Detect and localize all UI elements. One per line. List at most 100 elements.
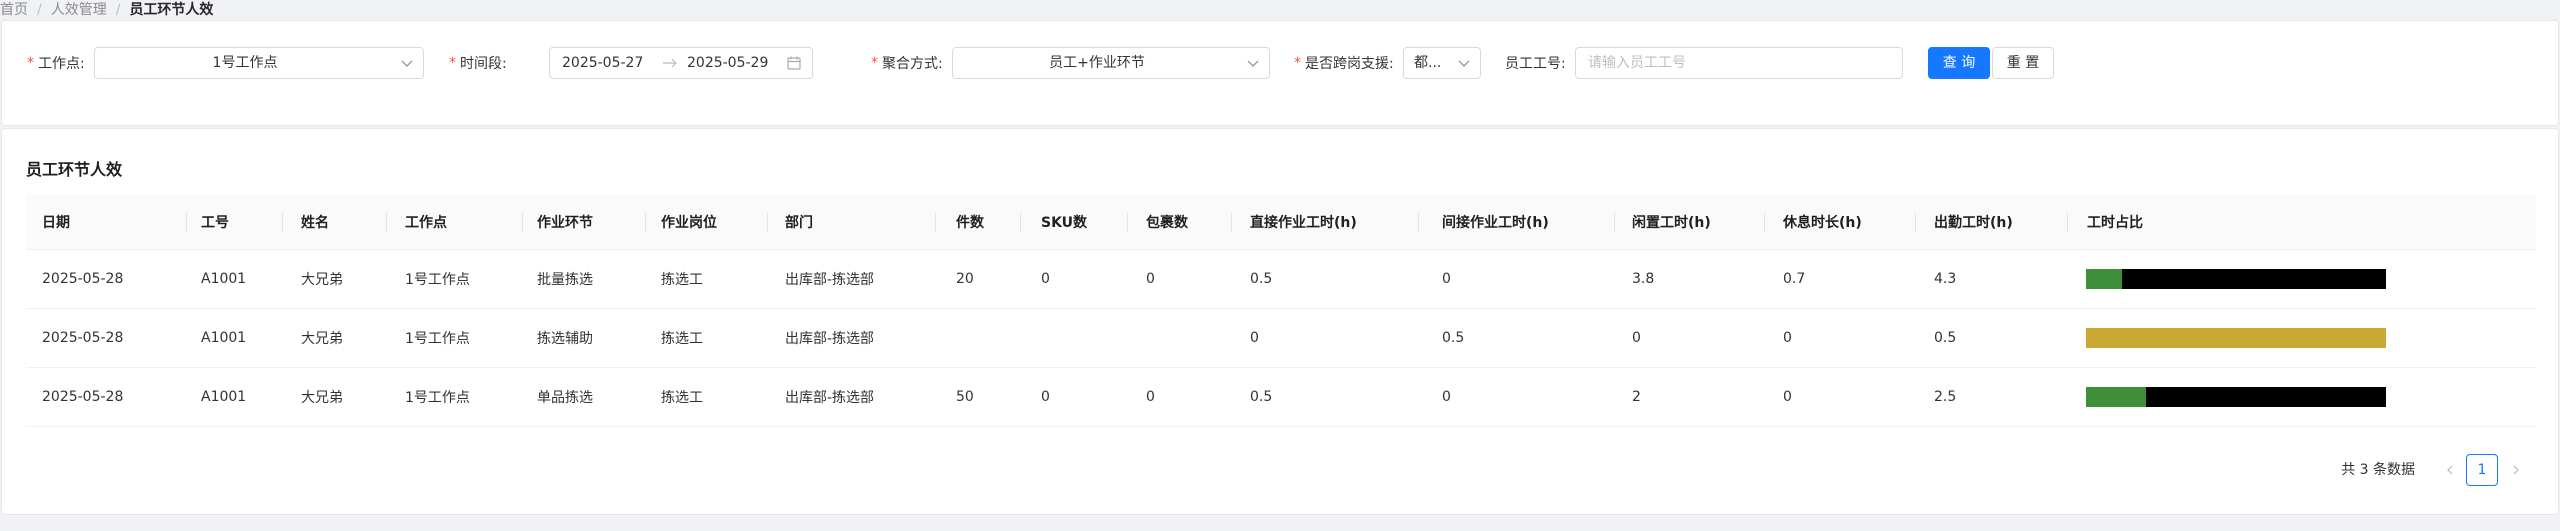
cross-post-select[interactable]: 都... bbox=[1403, 47, 1481, 79]
cell-dept: 出库部-拣选部 bbox=[785, 331, 875, 347]
ratio-segment bbox=[2146, 387, 2386, 407]
cell-indirect-hours: 0 bbox=[1442, 271, 1451, 287]
ratio-segment bbox=[2086, 269, 2122, 289]
cell-link: 单品拣选 bbox=[537, 390, 593, 406]
column-header-link[interactable]: 作业环节 bbox=[537, 195, 593, 249]
required-mark: * bbox=[1294, 55, 1301, 71]
cell-attend-hours: 2.5 bbox=[1934, 389, 1957, 405]
cell-rest-hours: 0 bbox=[1783, 389, 1792, 405]
aggregation-label: * 聚合方式: bbox=[871, 55, 943, 72]
cell-date: 2025-05-28 bbox=[42, 271, 124, 287]
column-header-emp-id[interactable]: 工号 bbox=[201, 195, 229, 249]
cell-date: 2025-05-28 bbox=[42, 389, 124, 405]
cell-sku: 0 bbox=[1041, 389, 1050, 405]
ratio-segment bbox=[2086, 387, 2146, 407]
cell-emp-id: A1001 bbox=[201, 330, 247, 346]
period-start-date[interactable]: 2025-05-27 bbox=[562, 48, 643, 78]
cell-indirect-hours: 0.5 bbox=[1442, 330, 1465, 346]
column-header-idle-hours[interactable]: 闲置工时(h) bbox=[1632, 195, 1711, 249]
cell-post: 拣选工 bbox=[661, 272, 703, 288]
aggregation-select[interactable]: 员工+作业环节 bbox=[952, 47, 1270, 79]
chevron-down-icon bbox=[401, 60, 413, 67]
cell-date: 2025-05-28 bbox=[42, 330, 124, 346]
column-header-packages[interactable]: 包裹数 bbox=[1146, 195, 1188, 249]
cross-post-label: * 是否跨岗支援: bbox=[1294, 55, 1394, 72]
breadcrumb-current: 员工环节人效 bbox=[129, 2, 214, 18]
cell-idle-hours: 0 bbox=[1632, 330, 1641, 346]
chevron-left-icon bbox=[2447, 465, 2453, 475]
breadcrumb-home[interactable]: 首页 bbox=[0, 2, 28, 18]
column-header-attend-hours[interactable]: 出勤工时(h) bbox=[1934, 195, 2013, 249]
aggregation-select-value: 员工+作业环节 bbox=[1049, 55, 1145, 71]
cell-sku: 0 bbox=[1041, 271, 1050, 287]
breadcrumb-separator: / bbox=[37, 2, 42, 18]
cell-emp-id: A1001 bbox=[201, 389, 247, 405]
employee-id-placeholder: 请输入员工工号 bbox=[1588, 55, 1686, 71]
workpoint-select[interactable]: 1号工作点 bbox=[94, 47, 424, 79]
cell-link: 批量拣选 bbox=[537, 272, 593, 288]
cell-pieces: 50 bbox=[956, 389, 974, 405]
chevron-right-icon bbox=[2513, 465, 2519, 475]
employee-id-label: 员工工号: bbox=[1505, 56, 1566, 72]
cell-pieces: 20 bbox=[956, 271, 974, 287]
ratio-segment bbox=[2122, 269, 2386, 289]
cell-name: 大兄弟 bbox=[301, 331, 343, 347]
cell-dept: 出库部-拣选部 bbox=[785, 272, 875, 288]
cell-attend-hours: 4.3 bbox=[1934, 271, 1957, 287]
cell-link: 拣选辅助 bbox=[537, 331, 593, 347]
calendar-icon bbox=[787, 56, 801, 70]
reset-button[interactable]: 重 置 bbox=[1992, 47, 2054, 79]
pagination-next-button[interactable] bbox=[2500, 454, 2532, 486]
column-header-ratio[interactable]: 工时占比 bbox=[2087, 195, 2143, 249]
pagination-prev-button[interactable] bbox=[2434, 454, 2466, 486]
required-mark: * bbox=[449, 55, 456, 71]
hours-ratio-bar bbox=[2086, 387, 2386, 407]
cell-name: 大兄弟 bbox=[301, 390, 343, 406]
query-button[interactable]: 查 询 bbox=[1928, 47, 1990, 79]
arrow-right-icon bbox=[663, 58, 677, 68]
period-end-date[interactable]: 2025-05-29 bbox=[687, 48, 768, 78]
cell-packages: 0 bbox=[1146, 271, 1155, 287]
period-range-picker[interactable]: 2025-05-27 2025-05-29 bbox=[549, 47, 813, 79]
pagination-page-1[interactable]: 1 bbox=[2466, 454, 2498, 486]
table-row: 2025-05-28 A1001 大兄弟 1号工作点 拣选辅助 拣选工 出库部-… bbox=[26, 309, 2536, 368]
chevron-down-icon bbox=[1247, 60, 1259, 67]
breadcrumb: 首页 / 人效管理 / 员工环节人效 bbox=[0, 0, 213, 20]
column-header-name[interactable]: 姓名 bbox=[301, 195, 329, 249]
pagination-total: 共 3 条数据 bbox=[2341, 462, 2415, 478]
ratio-segment bbox=[2086, 328, 2386, 348]
cell-post: 拣选工 bbox=[661, 331, 703, 347]
column-header-workpoint[interactable]: 工作点 bbox=[405, 195, 447, 249]
cross-post-select-value: 都... bbox=[1414, 55, 1442, 71]
cell-packages: 0 bbox=[1146, 389, 1155, 405]
filter-panel: * 工作点: 1号工作点 * 时间段: 2025-05-27 2025-05-29 … bbox=[1, 20, 2559, 126]
cell-workpoint: 1号工作点 bbox=[405, 272, 470, 288]
table-panel: 员工环节人效 日期 工号 姓名 工作点 作业环节 作业岗位 部门 件数 SKU数… bbox=[1, 128, 2559, 515]
table-row: 2025-05-28 A1001 大兄弟 1号工作点 批量拣选 拣选工 出库部-… bbox=[26, 250, 2536, 309]
cell-dept: 出库部-拣选部 bbox=[785, 390, 875, 406]
chevron-down-icon bbox=[1458, 60, 1470, 67]
cell-idle-hours: 3.8 bbox=[1632, 271, 1655, 287]
column-header-post[interactable]: 作业岗位 bbox=[661, 195, 717, 249]
breadcrumb-hr[interactable]: 人效管理 bbox=[51, 2, 107, 18]
hours-ratio-bar bbox=[2086, 328, 2386, 348]
column-header-rest-hours[interactable]: 休息时长(h) bbox=[1783, 195, 1862, 249]
cell-workpoint: 1号工作点 bbox=[405, 331, 470, 347]
column-header-sku[interactable]: SKU数 bbox=[1041, 195, 1087, 249]
cell-direct-hours: 0.5 bbox=[1250, 271, 1273, 287]
table-header: 日期 工号 姓名 工作点 作业环节 作业岗位 部门 件数 SKU数 包裹数 直接… bbox=[26, 195, 2536, 250]
required-mark: * bbox=[27, 55, 34, 71]
employee-id-input[interactable]: 请输入员工工号 bbox=[1575, 47, 1903, 79]
cell-direct-hours: 0 bbox=[1250, 330, 1259, 346]
cell-indirect-hours: 0 bbox=[1442, 389, 1451, 405]
table-row: 2025-05-28 A1001 大兄弟 1号工作点 单品拣选 拣选工 出库部-… bbox=[26, 368, 2536, 427]
column-header-direct-hours[interactable]: 直接作业工时(h) bbox=[1250, 195, 1357, 249]
cell-rest-hours: 0.7 bbox=[1783, 271, 1806, 287]
table-title: 员工环节人效 bbox=[26, 160, 123, 179]
column-header-pieces[interactable]: 件数 bbox=[956, 195, 984, 249]
data-table: 日期 工号 姓名 工作点 作业环节 作业岗位 部门 件数 SKU数 包裹数 直接… bbox=[26, 195, 2536, 427]
workpoint-select-value: 1号工作点 bbox=[212, 55, 278, 71]
column-header-indirect-hours[interactable]: 间接作业工时(h) bbox=[1442, 195, 1549, 249]
column-header-dept[interactable]: 部门 bbox=[785, 195, 813, 249]
column-header-date[interactable]: 日期 bbox=[42, 195, 70, 249]
